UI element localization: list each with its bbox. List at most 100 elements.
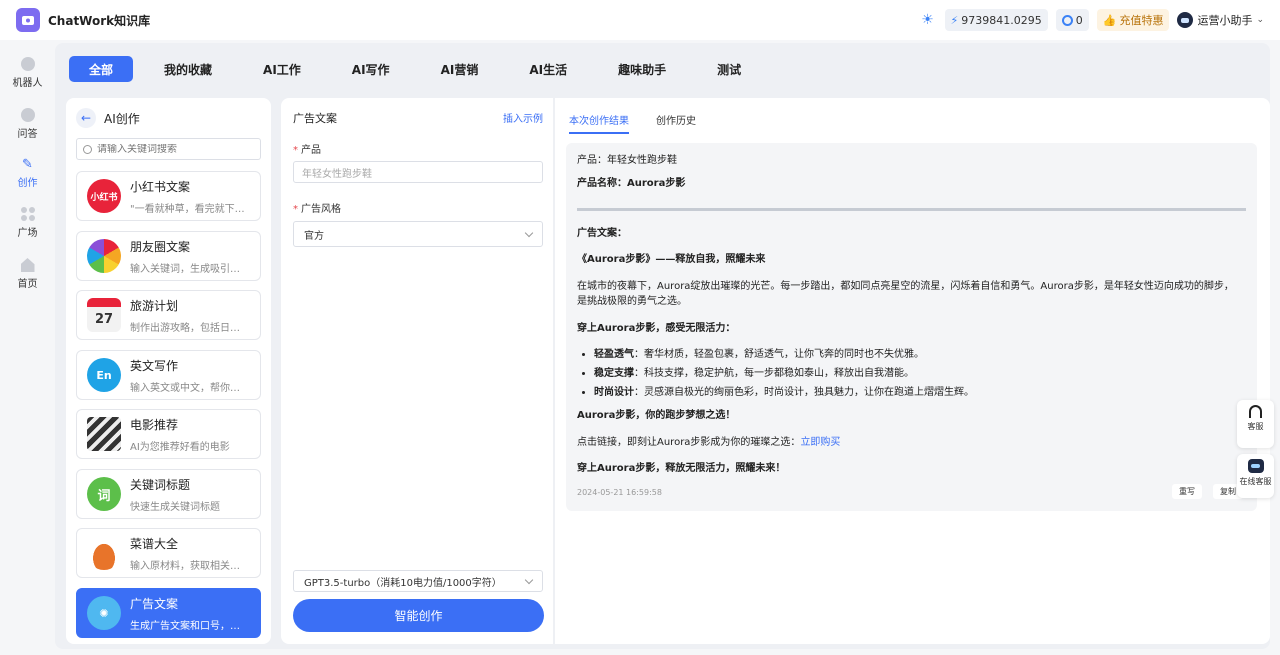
card-desc: 输入关键词，生成吸引人... [130,263,248,275]
user-menu[interactable]: 运营小助手 ⌄ [1177,12,1264,28]
tab-ai-work[interactable]: AI工作 [243,56,321,82]
theme-toggle-icon[interactable]: ☀ [919,12,937,28]
creation-form: 广告文案 插入示例 * 产品 年轻女性跑步鞋 * 广告风格 官方 GPT3.5-tu… [281,98,553,644]
list-item: 轻盈透气：奢华材质，轻盈包裹，舒适透气，让你飞奔的同时也不失优雅。 [594,348,974,362]
result-closing: 穿上Aurora步影，释放无限活力，照耀未来！ [577,463,786,474]
main-panel: 全部 我的收藏 AI工作 AI写作 AI营销 AI生活 趣味助手 测试 ← AI… [55,43,1270,649]
card-name: 广告文案 [130,596,179,611]
coins-value: 0 [1075,13,1083,27]
card-name: 小红书文案 [130,179,191,194]
result-paragraph-line2: 是挑战极限的勇气之选。 [577,296,687,307]
headset-icon [1249,405,1262,418]
rail-label: 首页 [17,279,38,290]
rail-item-square[interactable]: 广场 [0,207,55,239]
template-catalog: ← AI创作 小红书 小红书文案 "一看就种草，看完就下单... 朋友圈文案输入关… [66,98,271,644]
tab-all[interactable]: 全部 [69,56,134,82]
online-service-button[interactable]: 在线客服 [1237,454,1274,498]
buy-now-link[interactable]: 立即购买 [800,437,840,448]
generate-button[interactable]: 智能创作 [293,599,544,632]
result-dream-line: Aurora步影，你的跑步梦想之选！ [577,410,736,421]
recharge-label: 充值特惠 [1119,14,1164,27]
tab-fun-assistant[interactable]: 趣味助手 [598,56,686,82]
card-name: 朋友圈文案 [130,239,191,254]
rail-item-robot[interactable]: 机器人 [0,57,55,89]
result-product-name: 产品名称：Aurora步影 [577,178,686,189]
model-select[interactable]: GPT3.5-turbo（消耗10电力值/1000字符） [293,570,543,592]
card-desc: 生成广告文案和口号，选... [130,620,248,632]
logo-icon [16,8,40,32]
tab-current-result[interactable]: 本次创作结果 [569,112,629,134]
template-card-ad-copy[interactable]: ✺ 广告文案 生成广告文案和口号，选... [76,588,261,638]
template-card-keyword[interactable]: 词 关键词标题快速生成关键词标题 [76,469,261,519]
card-name: 电影推荐 [130,417,179,432]
form-title: 广告文案 [293,112,337,125]
pinwheel-icon [87,239,121,273]
back-arrow-icon[interactable]: ← [76,108,96,128]
result-panel: 本次创作结果 创作历史 产品：年轻女性跑步鞋 产品名称：Aurora步影 广告文… [555,98,1270,644]
pen-icon: ✎ [22,156,33,172]
balance-badge[interactable]: ⚡ 9739841.0295 [944,9,1048,31]
robot-icon [1247,459,1264,473]
card-desc: 快速生成关键词标题 [130,501,220,513]
template-card-recipe[interactable]: 菜谱大全输入原材料，获取相关菜... [76,528,261,578]
card-name: 菜谱大全 [130,536,179,551]
insert-example-link[interactable]: 插入示例 [503,110,543,126]
rail-item-create[interactable]: ✎ 创作 [0,156,55,190]
robot-icon [20,57,35,71]
word-icon: 词 [87,477,121,511]
rail-label: 问答 [17,129,38,140]
tab-test[interactable]: 测试 [697,56,761,82]
card-desc: AI为您推荐好看的电影 [130,441,230,453]
online-service-label: 在线客服 [1239,477,1272,486]
template-card-movie[interactable]: 电影推荐 AI为您推荐好看的电影 [76,409,261,459]
product-input[interactable]: 年轻女性跑步鞋 [293,161,543,183]
app-title: ChatWork知识库 [48,13,151,28]
card-desc: 输入原材料，获取相关菜... [130,560,248,572]
coin-icon [1061,14,1073,26]
rail-item-home[interactable]: 首页 [0,258,55,290]
card-name: 英文写作 [130,358,179,373]
search-box[interactable] [76,138,261,160]
template-card-travel[interactable]: 27 旅游计划 制作出游攻略，包括日期... [76,290,261,340]
home-icon [20,258,35,272]
result-copy-label: 广告文案： [577,228,627,239]
list-item: 稳定支撑：科技支撑，稳定护航，每一步都稳如泰山，释放出自我潜能。 [594,367,974,381]
result-timestamp: 2024-05-21 16:59:58 [577,488,662,497]
left-rail: 机器人 问答 ✎ 创作 广场 首页 [0,40,55,655]
user-name: 运营小助手 [1197,14,1253,27]
rail-label: 创作 [17,178,38,189]
tab-ai-life[interactable]: AI生活 [509,56,587,82]
top-bar: ChatWork知识库 ☀ ⚡ 9739841.0295 0 👍 充值特惠 运营… [0,0,1280,40]
search-input[interactable] [97,143,257,155]
recharge-button[interactable]: 👍 充值特惠 [1096,9,1170,31]
customer-service-button[interactable]: 客服 [1237,400,1274,448]
result-product: 产品：年轻女性跑步鞋 [577,155,677,166]
result-headline: 《Aurora步影》——释放自我，照耀未来 [577,254,766,265]
avatar [1177,12,1194,28]
chevron-down-icon [524,575,534,584]
rewrite-button[interactable]: 重写 [1172,484,1202,499]
divider [577,208,1246,211]
en-icon: En [87,358,121,392]
app-logo[interactable]: ChatWork知识库 [16,8,150,32]
coins-badge[interactable]: 0 [1055,9,1089,31]
template-card-english[interactable]: En 英文写作 输入英文或中文，帮你润... [76,350,261,400]
xiaohongshu-icon: 小红书 [87,179,121,213]
style-select[interactable]: 官方 [293,221,543,247]
card-name: 关键词标题 [130,477,191,492]
bolt-icon: ⚡ [950,13,959,27]
list-item: 时尚设计：灵感源自极光的绚丽色彩，时尚设计，独具魅力，让你在跑道上熠熠生辉。 [594,386,974,400]
style-value: 官方 [304,230,324,242]
tab-favorites[interactable]: 我的收藏 [144,56,232,82]
tab-ai-marketing[interactable]: AI营销 [421,56,499,82]
template-card-xiaohongshu[interactable]: 小红书 小红书文案 "一看就种草，看完就下单... [76,171,261,221]
tab-history[interactable]: 创作历史 [656,112,696,134]
template-card-moments[interactable]: 朋友圈文案输入关键词，生成吸引人... [76,231,261,281]
card-desc: "一看就种草，看完就下单... [130,203,248,215]
pot-icon [87,536,121,570]
rail-item-qa[interactable]: 问答 [0,108,55,140]
model-value: GPT3.5-turbo（消耗10电力值/1000字符） [304,577,502,589]
feature-list: 轻盈透气：奢华材质，轻盈包裹，舒适透气，让你飞奔的同时也不失优雅。 稳定支撑：科… [594,348,974,405]
calendar-icon: 27 [87,298,121,332]
tab-ai-writing[interactable]: AI写作 [332,56,410,82]
